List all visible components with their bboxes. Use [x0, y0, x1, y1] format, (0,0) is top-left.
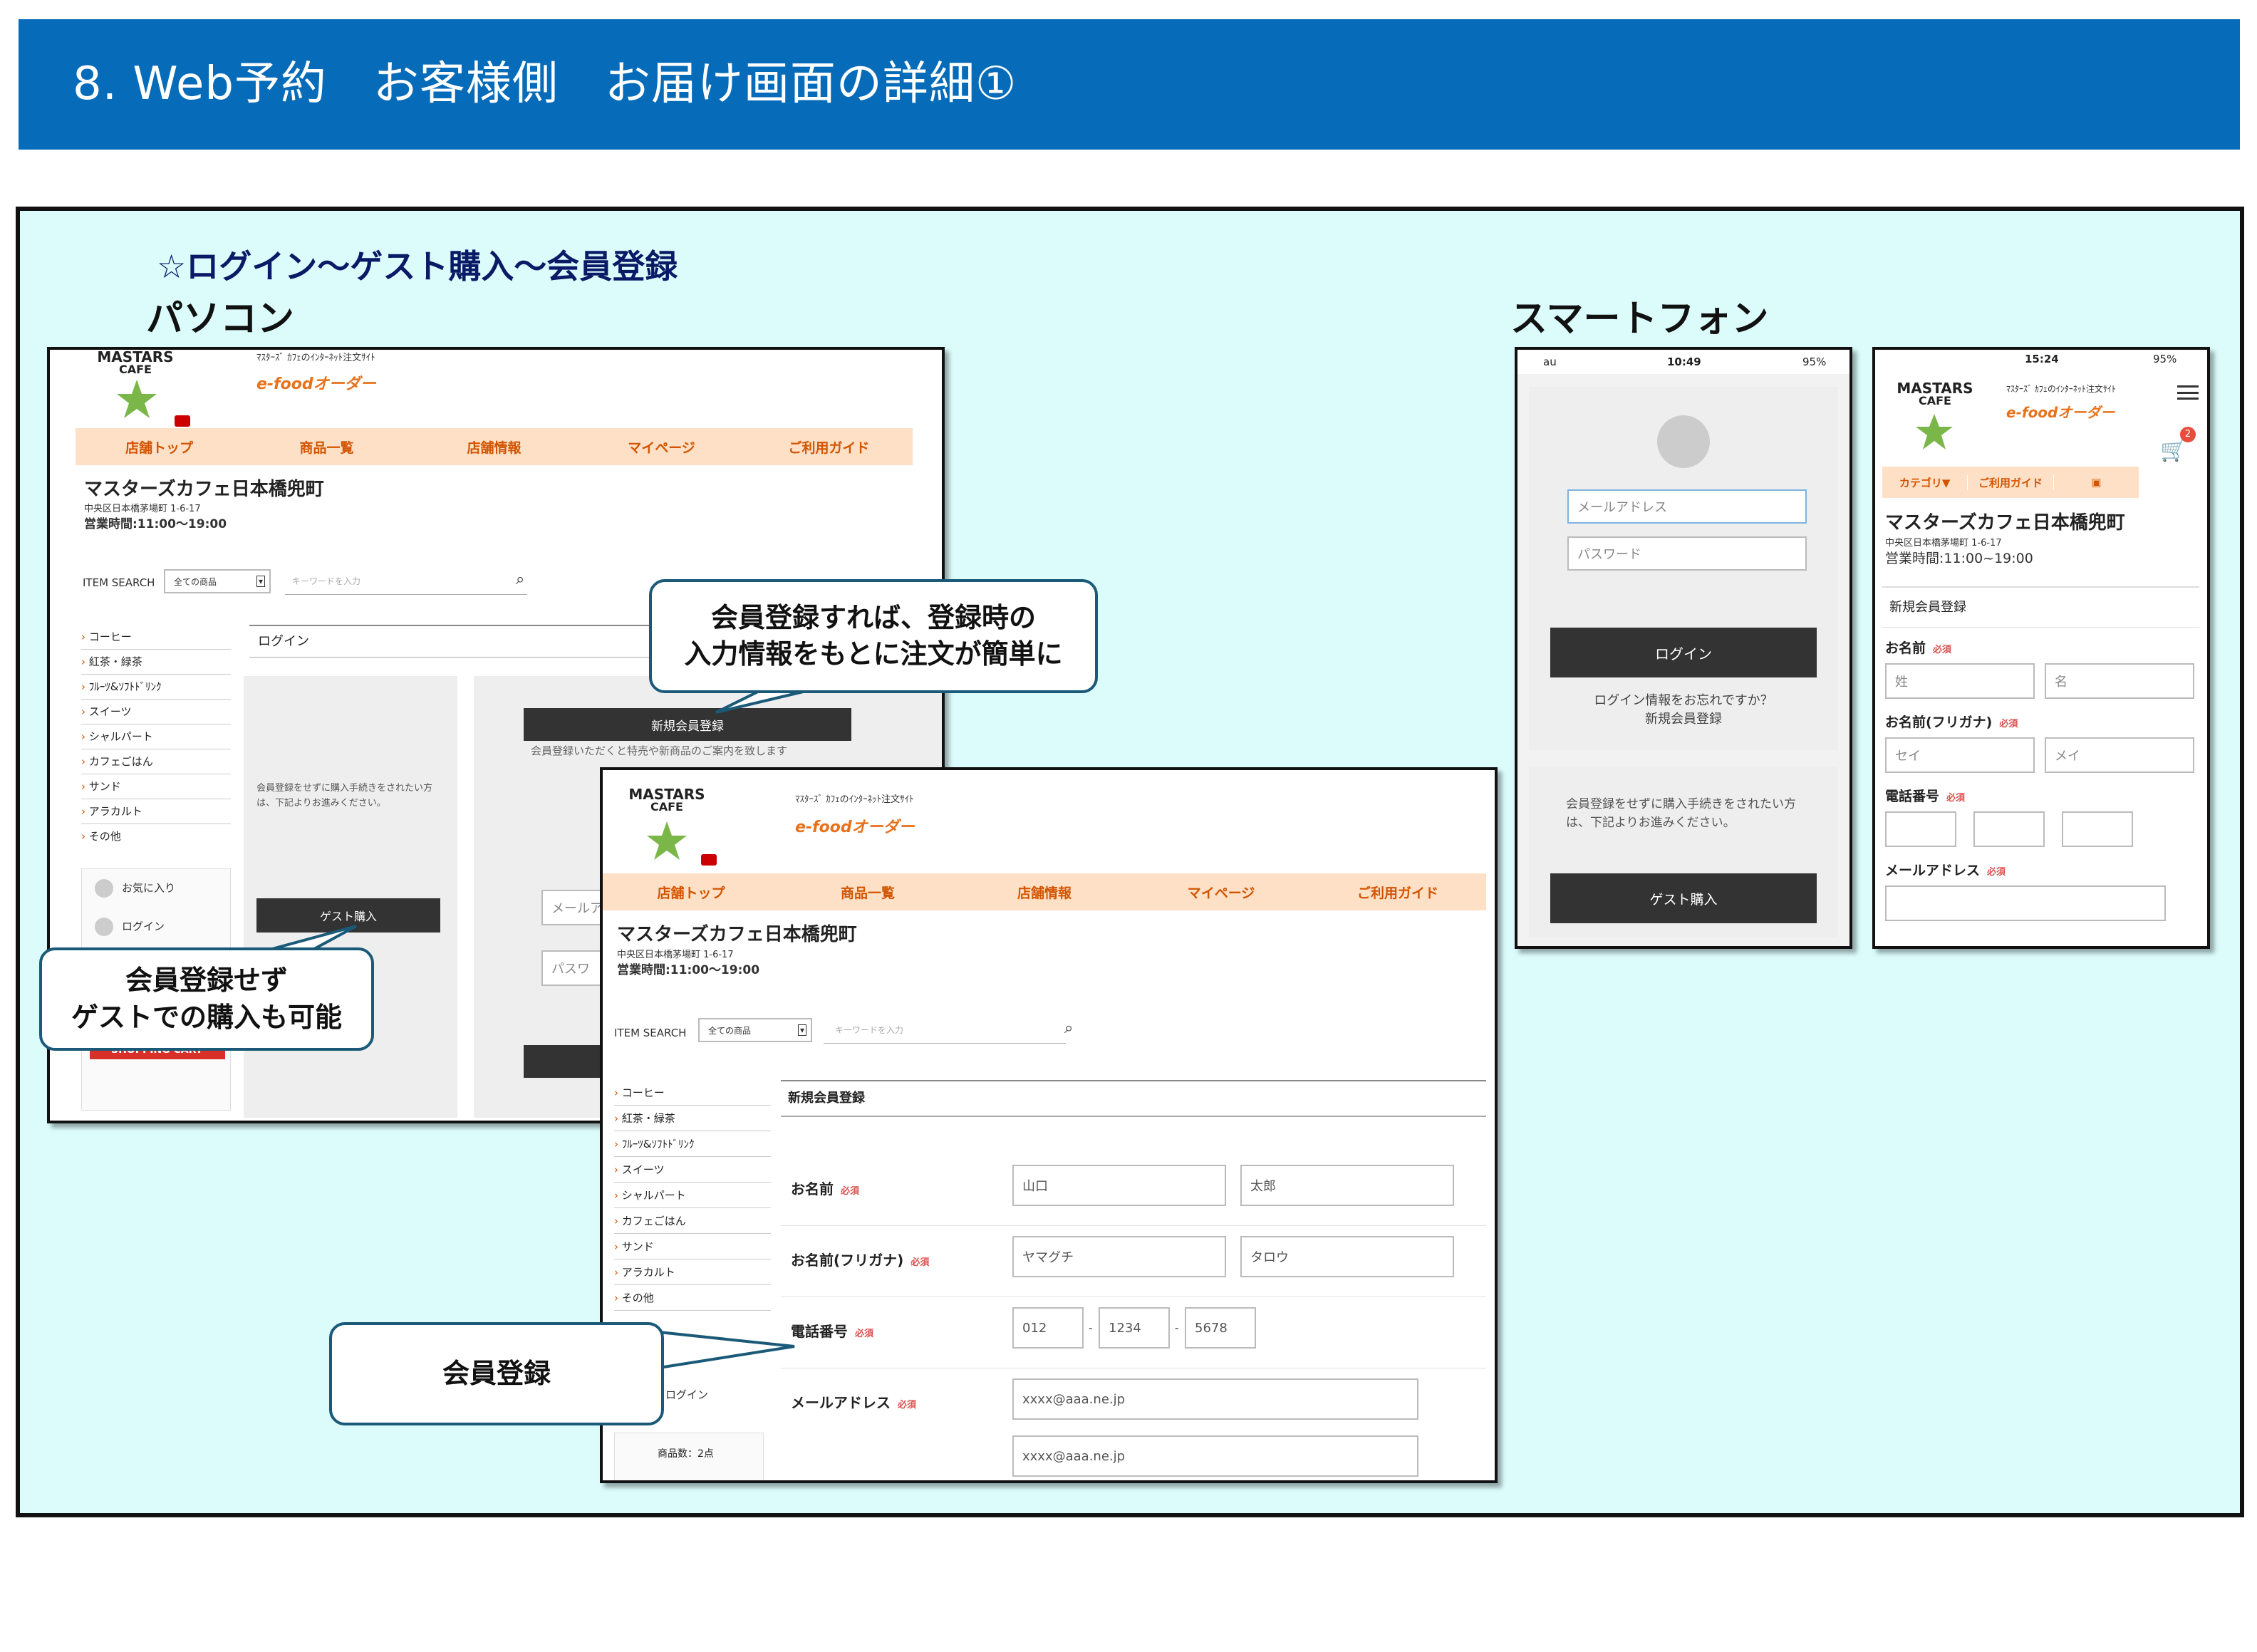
callout-member-register: 会員登録 [329, 1322, 664, 1425]
callout-register-benefit: 会員登録すれば、登録時の 入力情報をもとに注文が簡単に [649, 579, 1098, 693]
callout-tail-member [658, 1330, 795, 1370]
callout-guest-purchase: 会員登録せず ゲストでの購入も可能 [39, 947, 374, 1051]
